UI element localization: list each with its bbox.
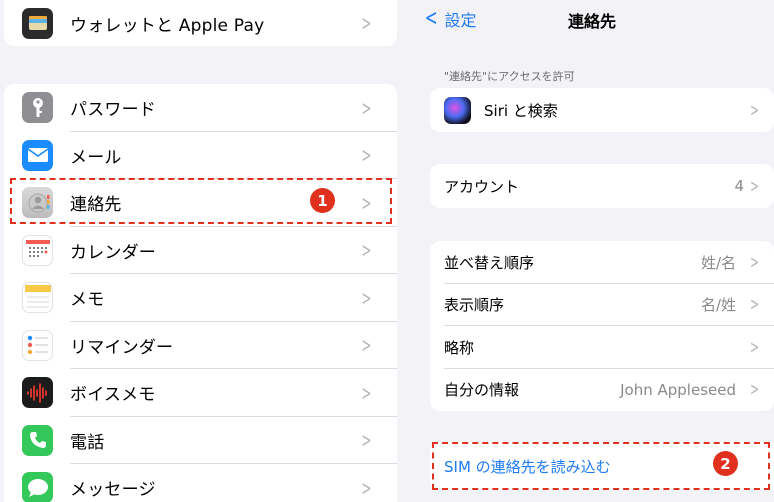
settings-item-reminders[interactable]: リマインダー > <box>4 322 397 369</box>
my-info-row[interactable]: 自分の情報 John Appleseed > <box>430 369 774 412</box>
settings-list-panel: ウォレットと Apple Pay > パスワード > メール > 連絡先 > カ… <box>0 0 410 502</box>
chevron-right-icon: > <box>749 336 759 358</box>
settings-item-label: メッセージ <box>70 480 156 501</box>
phone-icon <box>22 424 53 456</box>
key-icon <box>22 92 53 124</box>
row-label: 表示順序 <box>444 296 505 315</box>
step-badge-2: 2 <box>713 451 738 476</box>
row-value: John Appleseed <box>620 380 736 399</box>
section-caption: "連絡先"にアクセスを許可 <box>444 70 575 83</box>
settings-item-notes[interactable]: メモ > <box>4 274 397 322</box>
chevron-right-icon: > <box>749 99 759 121</box>
step-badge-1: 1 <box>310 188 335 213</box>
notes-icon <box>22 282 53 314</box>
settings-item-label: メモ <box>70 290 105 311</box>
row-label: Siri と検索 <box>484 101 558 120</box>
reminders-icon <box>22 329 53 361</box>
chevron-right-icon: > <box>361 428 372 453</box>
settings-item-label: ウォレットと Apple Pay <box>70 15 265 36</box>
display-order-row[interactable]: 表示順序 名/姓 > <box>430 284 774 326</box>
account-group: アカウント 4 > <box>430 164 774 208</box>
settings-item-label: リマインダー <box>70 337 174 358</box>
messages-icon <box>22 472 53 502</box>
chevron-right-icon: > <box>361 95 372 120</box>
wallet-icon <box>22 7 53 39</box>
settings-item-voice-memos[interactable]: ボイスメモ > <box>4 369 397 417</box>
settings-item-mail[interactable]: メール > <box>4 132 397 179</box>
chevron-right-icon: > <box>361 238 372 263</box>
chevron-right-icon: > <box>361 285 372 310</box>
chevron-right-icon: > <box>749 294 759 316</box>
sort-order-row[interactable]: 並べ替え順序 姓/名 > <box>430 241 774 284</box>
row-label: 自分の情報 <box>444 381 520 400</box>
chevron-right-icon: > <box>749 175 759 197</box>
short-name-row[interactable]: 略称 > <box>430 326 774 369</box>
accounts-count: 4 <box>734 177 744 195</box>
chevron-right-icon: > <box>361 380 372 405</box>
accounts-row[interactable]: アカウント 4 > <box>430 164 774 208</box>
chevron-right-icon: > <box>749 251 759 273</box>
settings-item-passwords[interactable]: パスワード > <box>4 84 397 132</box>
settings-group-apps: パスワード > メール > 連絡先 > カレンダー > メモ > リマインダー … <box>4 84 397 502</box>
settings-item-phone[interactable]: 電話 > <box>4 417 397 464</box>
row-value: 名/姓 <box>700 296 736 315</box>
settings-item-label: メール <box>70 147 122 168</box>
settings-item-calendar[interactable]: カレンダー > <box>4 227 397 274</box>
chevron-right-icon: > <box>361 475 372 500</box>
settings-group-wallet: ウォレットと Apple Pay > <box>4 0 397 46</box>
contacts-settings-panel: < 設定 連絡先 "連絡先"にアクセスを許可 Siri と検索 > アカウント … <box>410 0 774 502</box>
mail-icon <box>22 139 53 171</box>
voice-memos-icon <box>22 377 53 409</box>
display-options-group: 並べ替え順序 姓/名 > 表示順序 名/姓 > 略称 > 自分の情報 John … <box>430 241 774 411</box>
settings-item-label: ボイスメモ <box>70 385 156 406</box>
chevron-right-icon: > <box>361 143 372 168</box>
row-label: アカウント <box>444 177 520 196</box>
settings-item-label: 電話 <box>70 432 105 453</box>
row-label: 並べ替え順序 <box>444 253 535 272</box>
page-title: 連絡先 <box>567 12 616 31</box>
settings-item-wallet[interactable]: ウォレットと Apple Pay > <box>4 0 397 46</box>
siri-group: Siri と検索 > <box>430 88 774 132</box>
siri-icon <box>444 96 471 124</box>
chevron-right-icon: > <box>361 11 372 35</box>
settings-item-label: パスワード <box>70 100 156 121</box>
chevron-right-icon: > <box>361 333 372 358</box>
row-value: 姓/名 <box>700 253 736 272</box>
chevron-right-icon: > <box>749 379 759 401</box>
row-label: 略称 <box>444 338 475 357</box>
settings-item-label: カレンダー <box>70 242 156 263</box>
settings-item-messages[interactable]: メッセージ > <box>4 464 397 502</box>
siri-search-row[interactable]: Siri と検索 > <box>430 88 774 132</box>
calendar-icon <box>22 234 53 266</box>
